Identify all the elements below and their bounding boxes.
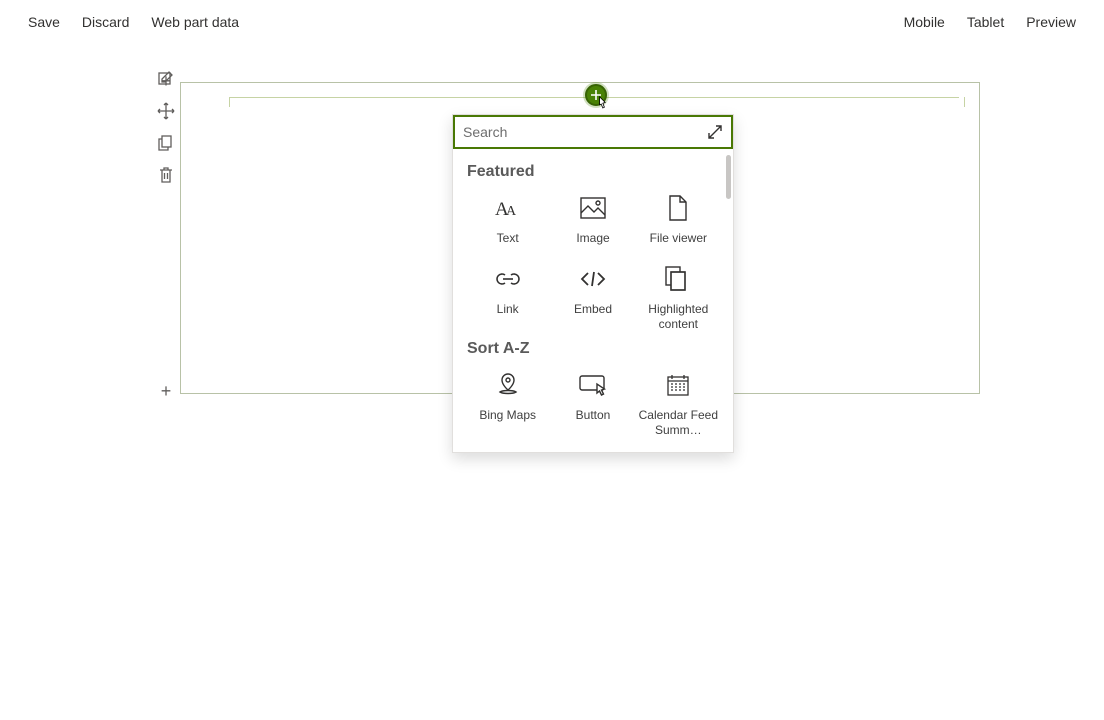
mobile-view-button[interactable]: Mobile — [904, 14, 945, 30]
tablet-view-button[interactable]: Tablet — [967, 14, 1004, 30]
button-icon — [579, 370, 607, 400]
embed-icon — [579, 264, 607, 294]
tile-bing-maps[interactable]: Bing Maps — [467, 366, 548, 438]
sort-heading: Sort A-Z — [467, 340, 719, 358]
expand-icon — [707, 124, 723, 140]
search-input[interactable] — [455, 118, 699, 146]
tile-calendar[interactable]: Calendar Feed Summ… — [638, 366, 719, 438]
tile-label: Image — [576, 231, 609, 246]
move-icon — [157, 102, 175, 120]
move-section-button[interactable] — [155, 100, 177, 122]
tile-label: Highlighted content — [638, 302, 718, 332]
web-part-picker: Featured A A Text — [452, 114, 734, 453]
command-bar-right: Mobile Tablet Preview — [904, 14, 1076, 30]
tile-file-viewer[interactable]: File viewer — [638, 189, 719, 246]
tile-image[interactable]: Image — [552, 189, 633, 246]
tile-text[interactable]: A A Text — [467, 189, 548, 246]
tile-embed[interactable]: Embed — [552, 260, 633, 332]
tile-link[interactable]: Link — [467, 260, 548, 332]
file-icon — [668, 193, 688, 223]
featured-grid: A A Text Image — [467, 189, 719, 332]
picker-body: Featured A A Text — [453, 149, 733, 452]
command-bar-left: Save Discard Web part data — [28, 14, 239, 30]
add-section-top-button[interactable]: + — [155, 70, 177, 92]
highlighted-content-icon — [665, 264, 691, 294]
add-section-bottom-button[interactable]: + — [155, 380, 177, 402]
tile-highlighted-content[interactable]: Highlighted content — [638, 260, 719, 332]
picker-search-box — [453, 115, 733, 149]
tile-label: File viewer — [650, 231, 707, 246]
text-icon: A A — [495, 193, 521, 223]
save-button[interactable]: Save — [28, 14, 60, 30]
trash-icon — [157, 166, 175, 184]
featured-heading: Featured — [467, 163, 719, 181]
tile-label: Embed — [574, 302, 612, 317]
tile-button[interactable]: Button — [552, 366, 633, 438]
command-bar: Save Discard Web part data Mobile Tablet… — [0, 0, 1104, 44]
image-icon — [580, 193, 606, 223]
link-icon — [494, 264, 522, 294]
svg-text:A: A — [506, 204, 517, 219]
tile-label: Link — [497, 302, 519, 317]
expand-picker-button[interactable] — [699, 116, 731, 148]
preview-button[interactable]: Preview — [1026, 14, 1076, 30]
add-web-part-button[interactable] — [585, 84, 607, 106]
picker-search-wrap — [453, 115, 733, 149]
delete-section-button[interactable] — [155, 164, 177, 186]
map-pin-icon — [496, 370, 520, 400]
tile-label: Button — [576, 408, 611, 423]
web-part-data-button[interactable]: Web part data — [151, 14, 239, 30]
scrollbar-thumb[interactable] — [726, 155, 731, 199]
copy-icon — [157, 134, 175, 152]
tile-label: Text — [497, 231, 519, 246]
tile-label: Calendar Feed Summ… — [638, 408, 718, 438]
calendar-icon — [666, 370, 690, 400]
sort-grid: Bing Maps Button — [467, 366, 719, 438]
tile-label: Bing Maps — [479, 408, 536, 423]
copy-section-button[interactable] — [155, 132, 177, 154]
discard-button[interactable]: Discard — [82, 14, 129, 30]
plus-icon — [590, 89, 602, 101]
